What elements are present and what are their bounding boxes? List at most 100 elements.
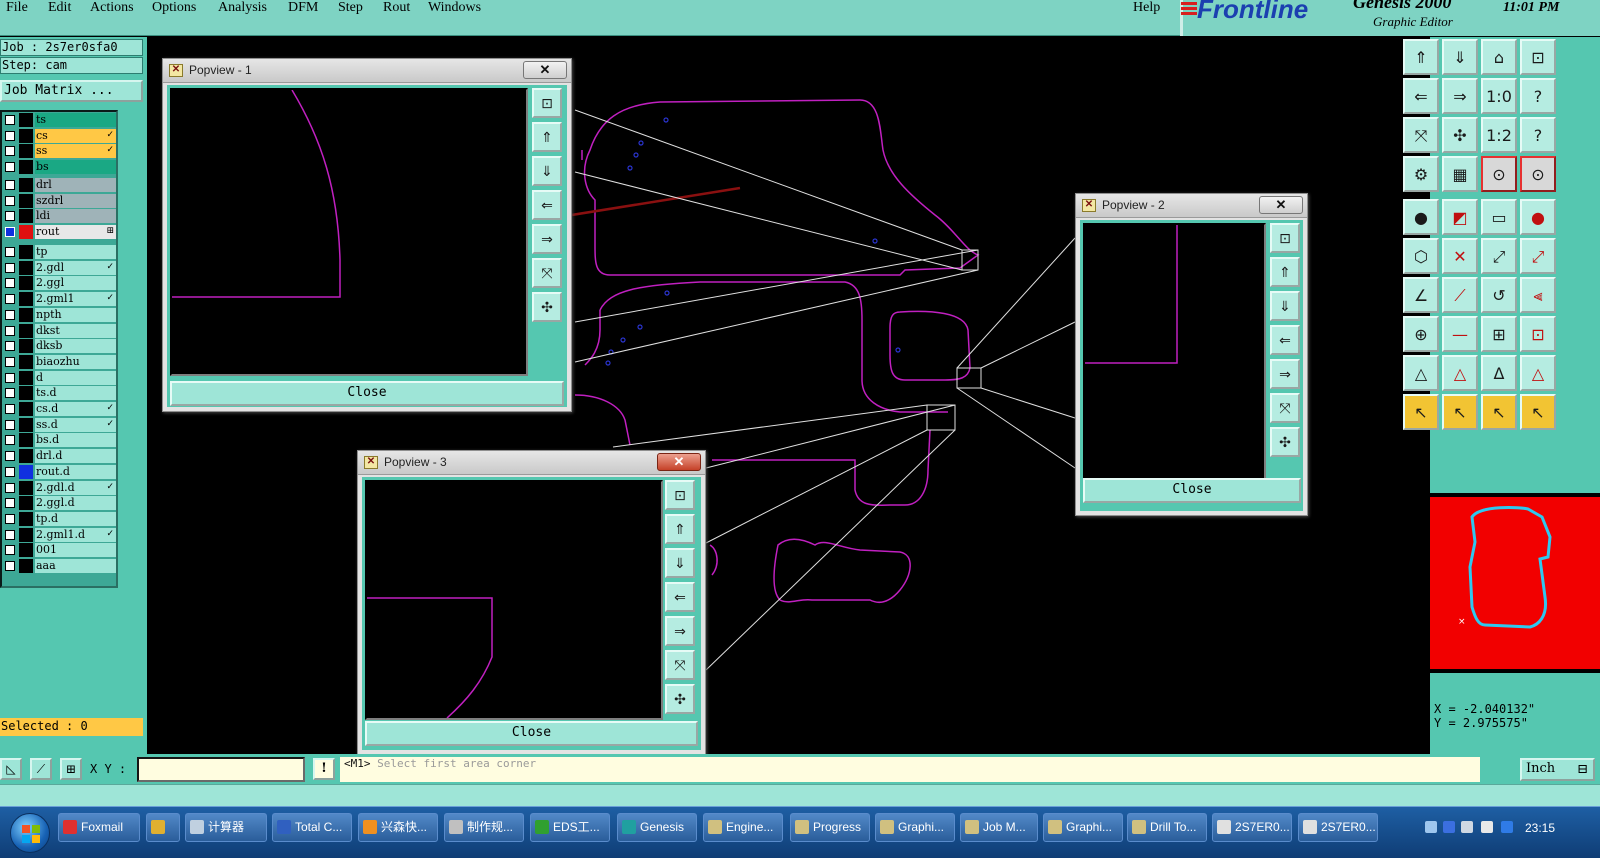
start-button[interactable]: [10, 813, 50, 853]
layer-name[interactable]: dksb: [35, 339, 116, 354]
layer-name[interactable]: ts.d: [35, 386, 116, 401]
triangle-area-icon[interactable]: △: [1403, 355, 1439, 391]
taskbar-item[interactable]: Graphi...: [875, 813, 955, 842]
popview-2-canvas[interactable]: [1083, 223, 1266, 481]
taskbar-item[interactable]: 制作规...: [444, 813, 524, 842]
help-icon[interactable]: [1443, 821, 1455, 833]
layer-row[interactable]: npth: [2, 307, 116, 322]
layer-row[interactable]: tp.d: [2, 511, 116, 526]
zoom-out-icon[interactable]: ✣: [1442, 117, 1478, 153]
layer-compare-icon[interactable]: ⊙: [1481, 156, 1517, 192]
zoom-home-icon[interactable]: ⇑: [1403, 39, 1439, 75]
layer-row[interactable]: 2.gml1.d ✓: [2, 527, 116, 542]
taskbar-item[interactable]: Total C...: [272, 813, 352, 842]
minimap[interactable]: ×: [1430, 493, 1600, 673]
layer-checkbox[interactable]: [5, 146, 15, 157]
layer-name[interactable]: 2.gml1 ✓: [35, 292, 116, 307]
menu-actions[interactable]: Actions: [90, 0, 134, 16]
layer-row[interactable]: ts: [2, 113, 116, 127]
layer-checkbox[interactable]: [5, 262, 15, 273]
taskbar-item[interactable]: Genesis: [617, 813, 697, 842]
layer-name[interactable]: ss.d ✓: [35, 417, 116, 432]
snap-line-icon[interactable]: ⤢: [1481, 238, 1517, 274]
menu-file[interactable]: File: [6, 0, 28, 16]
filter-icon[interactable]: ⚙: [1403, 156, 1439, 192]
layer-name[interactable]: rout ⊞: [35, 225, 116, 240]
pan-left-icon[interactable]: ⇐: [1270, 325, 1300, 355]
pan-left-icon[interactable]: ⇐: [532, 190, 562, 220]
layer-row[interactable]: 2.ggl.d: [2, 496, 116, 511]
layer-name[interactable]: 2.gml1.d ✓: [35, 527, 116, 542]
layer-checkbox[interactable]: [5, 498, 15, 509]
layer-name[interactable]: drl: [35, 178, 116, 192]
layer-checkbox[interactable]: [5, 294, 15, 305]
taskbar-item[interactable]: Foxmail: [58, 813, 140, 842]
select-feature-icon[interactable]: ↖: [1442, 394, 1478, 430]
layer-row[interactable]: biaozhu: [2, 354, 116, 369]
query-icon[interactable]: ?: [1520, 117, 1556, 153]
zoom-up-icon[interactable]: ⇑: [1270, 257, 1300, 287]
taskbar-item[interactable]: Progress: [790, 813, 870, 842]
taskbar-item[interactable]: 兴森快...: [358, 813, 438, 842]
angle-icon[interactable]: ∠: [1403, 277, 1439, 313]
layer-row[interactable]: cs.d ✓: [2, 402, 116, 416]
layer-name[interactable]: 2.ggl.d: [35, 496, 116, 511]
tray-clock[interactable]: 23:15: [1525, 821, 1555, 835]
layer-name[interactable]: bs: [35, 160, 116, 175]
taskbar-item[interactable]: Engine...: [703, 813, 783, 842]
popview-1-titlebar[interactable]: ✕ Popview - 1 ✕: [163, 59, 571, 83]
layer-row[interactable]: tp: [2, 245, 116, 259]
layer-name[interactable]: biaozhu: [35, 354, 116, 369]
layer-checkbox[interactable]: [5, 419, 15, 430]
zoom-fit-icon[interactable]: ⊡: [1270, 223, 1300, 253]
grid-toggle-icon[interactable]: ▦: [1442, 156, 1478, 192]
select-icon[interactable]: ↖: [1403, 394, 1439, 430]
layer-checkbox[interactable]: [5, 388, 15, 399]
scale-1-2-icon[interactable]: 1:2: [1481, 117, 1517, 153]
layer-name[interactable]: aaa: [35, 559, 116, 573]
layer-checkbox[interactable]: [5, 451, 15, 462]
layer-row[interactable]: aaa: [2, 559, 116, 573]
alert-button[interactable]: !: [313, 758, 335, 780]
layer-name[interactable]: 001: [35, 543, 116, 558]
pad-snap-icon[interactable]: ⊡: [1520, 316, 1556, 352]
taskbar-item[interactable]: Graphi...: [1043, 813, 1123, 842]
popview-1-window[interactable]: ✕ Popview - 1 ✕ ⊡ ⇑ ⇓ ⇐ ⇒ ⤧ ✣ Close: [162, 58, 572, 412]
job-matrix-button[interactable]: Job Matrix ...: [0, 80, 143, 102]
slope-icon[interactable]: ⟋: [1442, 277, 1478, 313]
zoom-out-icon[interactable]: ✣: [1270, 427, 1300, 457]
popview-2-window[interactable]: ✕ Popview - 2 ✕ ⊡ ⇑ ⇓ ⇐ ⇒ ⤧ ✣ Close: [1075, 193, 1308, 516]
pan-left-icon[interactable]: ⇐: [1403, 78, 1439, 114]
layer-name[interactable]: dkst: [35, 323, 116, 338]
zoom-in-icon[interactable]: ⤧: [1403, 117, 1439, 153]
select-multi-icon[interactable]: ↖: [1520, 394, 1556, 430]
network-icon[interactable]: [1501, 821, 1513, 833]
menu-analysis[interactable]: Analysis: [218, 0, 267, 16]
solid-pad-icon[interactable]: ●: [1520, 199, 1556, 235]
layer-row[interactable]: rout.d: [2, 464, 116, 479]
taskbar-item[interactable]: Job M...: [960, 813, 1038, 842]
layer-row[interactable]: dkst: [2, 323, 116, 338]
snap-icon[interactable]: ◺: [0, 758, 22, 780]
layer-row[interactable]: ldi: [2, 209, 116, 224]
popview-3-titlebar[interactable]: ✕ Popview - 3 ✕: [358, 451, 705, 475]
layer-name[interactable]: 2.ggl: [35, 276, 116, 291]
layer-row[interactable]: 001: [2, 543, 116, 558]
layer-checkbox[interactable]: [5, 561, 15, 571]
center-icon[interactable]: ⊞: [1481, 316, 1517, 352]
taskbar-item[interactable]: [146, 813, 180, 842]
layer-name[interactable]: 2.gdl.d ✓: [35, 480, 116, 495]
layer-row[interactable]: drl: [2, 178, 116, 192]
layer-name[interactable]: szdrl: [35, 193, 116, 208]
layer-checkbox[interactable]: [5, 211, 15, 222]
layer-name[interactable]: ss ✓: [35, 144, 116, 159]
layer-row[interactable]: ss ✓: [2, 144, 116, 159]
popview-3-close-x[interactable]: ✕: [657, 453, 701, 471]
taskbar-item[interactable]: EDS工...: [530, 813, 610, 842]
layer-name[interactable]: npth: [35, 307, 116, 322]
select-net-icon[interactable]: ↖: [1481, 394, 1517, 430]
zoom-in-icon[interactable]: ⤧: [1270, 393, 1300, 423]
add-line-icon[interactable]: ◩: [1442, 199, 1478, 235]
popview-3-window[interactable]: ✕ Popview - 3 ✕ ⊡ ⇑ ⇓ ⇐ ⇒ ⤧ ✣ Close: [357, 450, 706, 755]
arc-icon[interactable]: ↺: [1481, 277, 1517, 313]
